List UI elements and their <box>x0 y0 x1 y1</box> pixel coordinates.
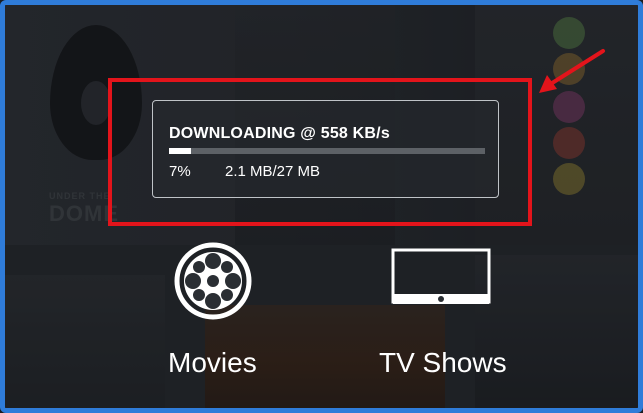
movies-label: Movies <box>168 347 257 378</box>
tv-shows-label: TV Shows <box>379 347 507 378</box>
tv-icon <box>391 248 491 304</box>
app-window: UNDER THE DOME DOWNLOADING @ 558 KB/s 7%… <box>0 0 643 413</box>
annotation-highlight-box <box>108 78 532 226</box>
film-reel-icon <box>174 242 252 320</box>
annotation-arrow-icon <box>539 49 605 93</box>
